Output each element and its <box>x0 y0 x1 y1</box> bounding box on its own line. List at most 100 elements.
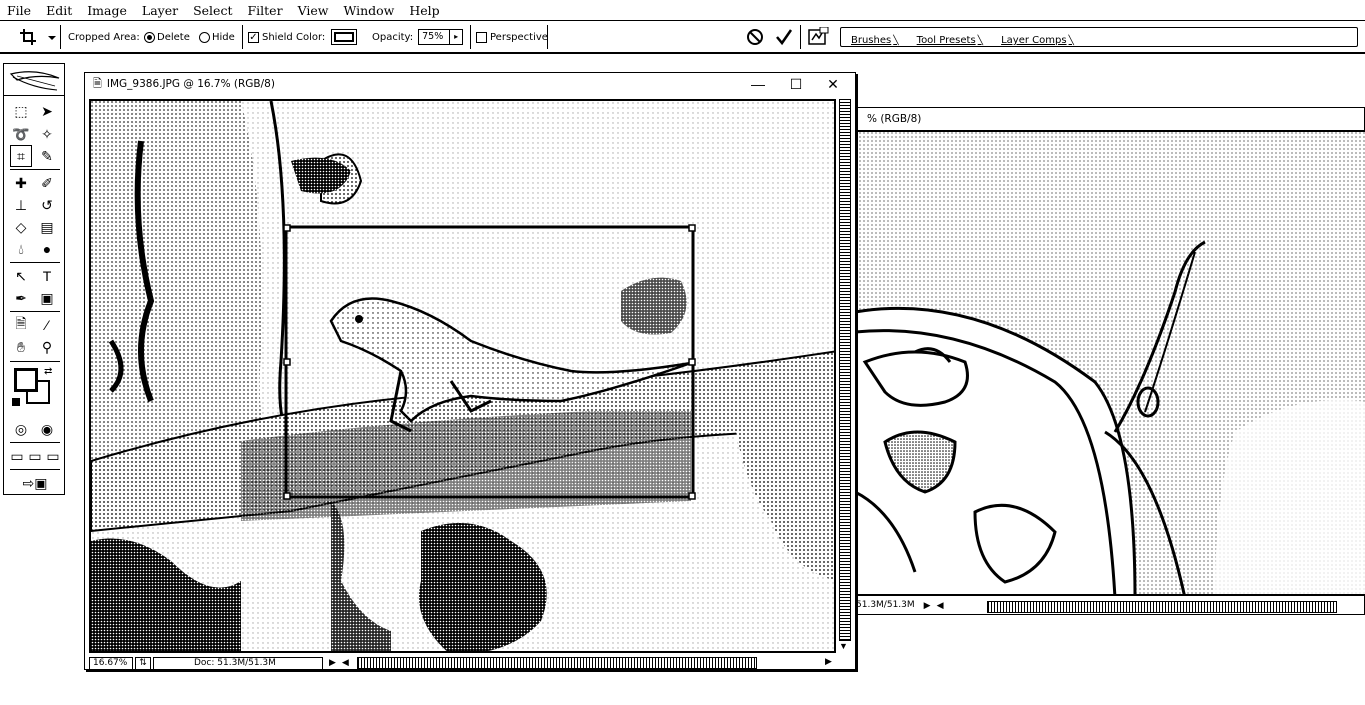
scroll-left-icon[interactable]: ◀ <box>937 601 944 611</box>
doc-size-back: 51.3M/51.3M <box>856 599 915 610</box>
tool-preset-picker[interactable] <box>20 21 60 53</box>
delete-radio-button[interactable] <box>144 31 155 43</box>
palette-well: Brushes Tool Presets Layer Comps <box>840 27 1358 47</box>
document-icon: 🗎︎ <box>93 76 102 90</box>
hide-radio-button[interactable] <box>199 31 210 43</box>
window-title-front: IMG_9386.JPG @ 16.7% (RGB/8) <box>106 78 275 90</box>
dodge-tool-icon[interactable]: ● <box>36 238 58 260</box>
palette-tab-tool-presets[interactable]: Tool Presets <box>913 35 983 46</box>
cancel-icon <box>747 29 763 45</box>
delete-radio[interactable]: Delete <box>144 21 190 53</box>
default-colors-icon[interactable] <box>12 398 20 406</box>
lizard-canvas[interactable] <box>89 99 836 653</box>
menu-file[interactable]: File <box>0 3 39 18</box>
document-window-back: % (RGB/8) 51.3M/51.3M ▶ ◀ <box>846 107 1365 615</box>
lizard-image <box>91 101 834 651</box>
scroll-right-icon[interactable]: ▶ <box>825 656 832 667</box>
options-bar: Cropped Area: Delete Hide ✓ Shield Color… <box>0 20 1365 54</box>
perspective-check-box[interactable] <box>476 31 487 43</box>
menu-view[interactable]: View <box>291 3 337 18</box>
palette-toggle-button[interactable] <box>807 21 829 53</box>
toolbox: ⬚ ➤ ➰ ✧ ⌗ ✎ ✚ ✐ ⊥ ↺ ◇ ▤ 💧︎ ● ↖ T ✒ ▣ 🗎︎ … <box>3 63 65 495</box>
blur-tool-icon[interactable]: 💧︎ <box>10 238 32 260</box>
crop-tool-icon[interactable]: ⌗ <box>10 145 32 167</box>
healing-brush-tool-icon[interactable]: ✚ <box>10 172 32 194</box>
opacity-slider-arrow-icon[interactable]: ▸ <box>450 29 464 45</box>
perspective-label: Perspective <box>490 31 548 43</box>
move-tool-icon[interactable]: ➤ <box>36 100 58 122</box>
shield-checkbox[interactable]: ✓ Shield <box>248 21 293 53</box>
divider <box>10 169 60 170</box>
lasso-tool-icon[interactable]: ➰ <box>10 123 32 145</box>
horizontal-scrollbar-back[interactable] <box>987 601 1337 613</box>
menu-filter[interactable]: Filter <box>240 3 290 18</box>
gradient-tool-icon[interactable]: ▤ <box>36 216 58 238</box>
zoom-level[interactable]: 16.67% <box>89 656 133 670</box>
color-swatches[interactable]: ⇄ <box>12 366 58 410</box>
standard-mode-icon[interactable]: ◎ <box>10 418 32 440</box>
menu-image[interactable]: Image <box>80 3 135 18</box>
screen-mode-menu-icon[interactable]: ▭ <box>26 445 44 467</box>
scroll-left-icon[interactable]: ◀ <box>342 658 349 668</box>
notes-tool-icon[interactable]: 🗎︎ <box>10 314 32 336</box>
quick-mask-mode-icon[interactable]: ◉ <box>36 418 58 440</box>
feather-logo-icon <box>4 64 64 96</box>
navigator-icon[interactable]: ⇅ <box>135 656 151 670</box>
butterfly-canvas[interactable] <box>853 130 1365 596</box>
type-tool-icon[interactable]: T <box>36 265 58 287</box>
screen-mode-standard-icon[interactable]: ▭ <box>8 445 26 467</box>
path-selection-tool-icon[interactable]: ↖ <box>10 265 32 287</box>
pen-tool-icon[interactable]: ✒ <box>10 287 32 309</box>
palette-well-icon <box>808 27 829 45</box>
vertical-scrollbar[interactable] <box>839 99 851 641</box>
status-menu-arrow-icon[interactable]: ▶ <box>329 658 336 668</box>
butterfly-image <box>855 132 1365 594</box>
zoom-tool-icon[interactable]: ⚲ <box>36 336 58 358</box>
hand-tool-icon[interactable]: ✋︎ <box>10 336 32 358</box>
shield-check-icon[interactable]: ✓ <box>248 31 259 43</box>
menu-select[interactable]: Select <box>186 3 240 18</box>
foreground-color-swatch[interactable] <box>14 368 38 392</box>
perspective-checkbox[interactable]: Perspective <box>476 21 548 53</box>
eyedropper-tool-icon[interactable]: ⁄ <box>36 314 58 336</box>
close-icon[interactable]: ✕ <box>825 76 841 92</box>
palette-tab-brushes[interactable]: Brushes <box>847 35 899 46</box>
divider <box>10 442 60 443</box>
delete-label: Delete <box>157 31 190 43</box>
maximize-icon[interactable]: ☐ <box>788 76 804 92</box>
palette-tab-layer-comps[interactable]: Layer Comps <box>997 35 1074 46</box>
menu-layer[interactable]: Layer <box>135 3 186 18</box>
eraser-tool-icon[interactable]: ◇ <box>10 216 32 238</box>
clone-stamp-tool-icon[interactable]: ⊥ <box>10 194 32 216</box>
color-label: Color: <box>296 31 326 43</box>
divider <box>10 469 60 470</box>
shield-color-swatch[interactable] <box>331 29 358 45</box>
minimize-icon[interactable]: — <box>750 76 766 92</box>
hide-radio[interactable]: Hide <box>199 21 235 53</box>
shield-label: Shield <box>262 31 293 43</box>
magic-wand-tool-icon[interactable]: ✧ <box>36 123 58 145</box>
crop-icon <box>20 29 56 45</box>
menu-window[interactable]: Window <box>336 3 402 18</box>
scroll-down-icon[interactable]: ▼ <box>839 641 848 651</box>
marquee-tool-icon[interactable]: ⬚ <box>10 100 32 122</box>
menu-edit[interactable]: Edit <box>39 3 80 18</box>
opacity-label: Opacity: <box>372 31 414 43</box>
shape-tool-icon[interactable]: ▣ <box>36 287 58 309</box>
cropped-area-label: Cropped Area: <box>68 31 140 43</box>
horizontal-scrollbar-front[interactable] <box>357 657 757 669</box>
brush-tool-icon[interactable]: ✐ <box>36 172 58 194</box>
status-menu-arrow-icon[interactable]: ▶ <box>924 601 931 611</box>
screen-mode-full-icon[interactable]: ▭ <box>44 445 62 467</box>
hide-label: Hide <box>212 31 235 43</box>
cancel-crop-button[interactable] <box>746 21 764 53</box>
divider <box>470 25 471 49</box>
divider <box>10 361 60 362</box>
jump-to-imageready-icon[interactable]: ⇨▣ <box>12 472 58 494</box>
slice-tool-icon[interactable]: ✎ <box>36 145 58 167</box>
menu-help[interactable]: Help <box>402 3 447 18</box>
opacity-input[interactable]: 75% <box>418 29 451 45</box>
swap-colors-icon[interactable]: ⇄ <box>44 366 52 377</box>
commit-crop-button[interactable] <box>775 21 793 53</box>
history-brush-tool-icon[interactable]: ↺ <box>36 194 58 216</box>
